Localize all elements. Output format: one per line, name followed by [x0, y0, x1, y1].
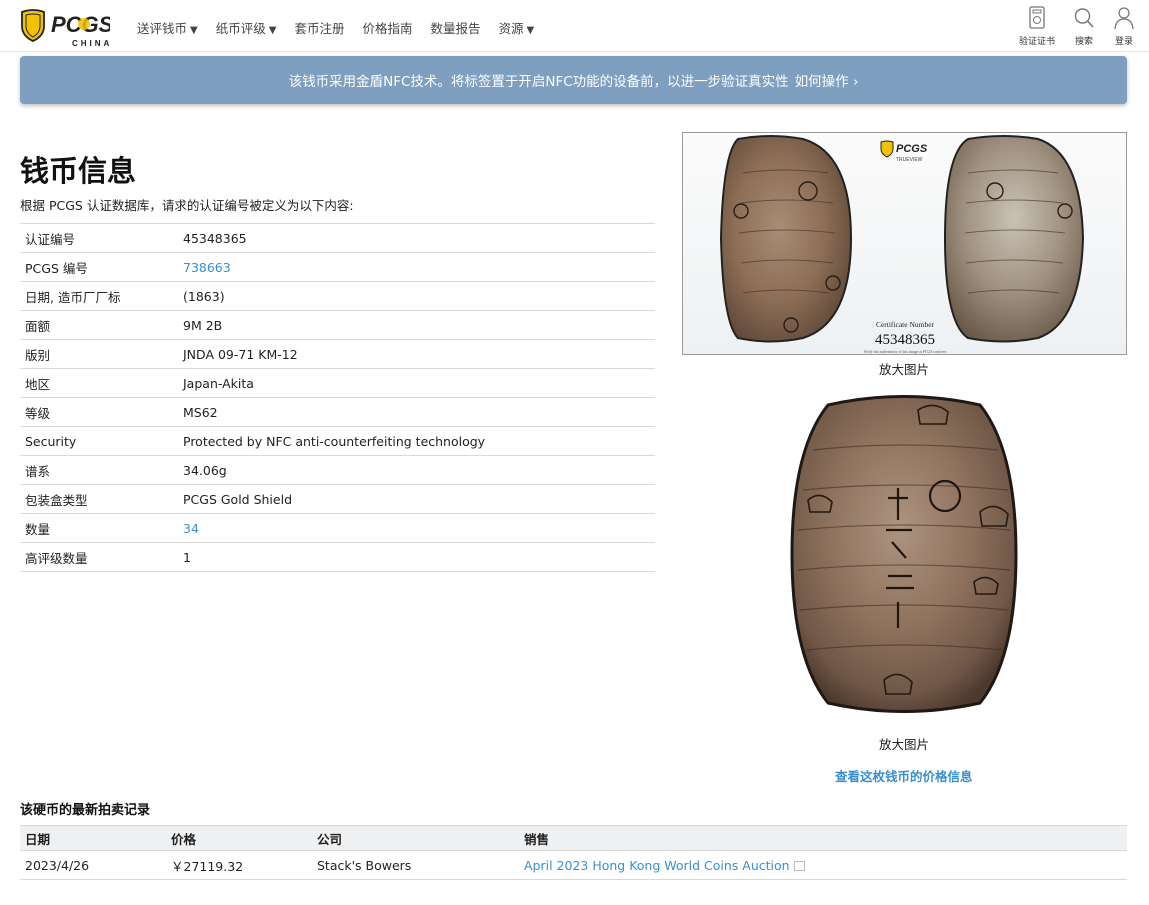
- row-label: PCGS 编号: [25, 260, 88, 276]
- row-value: 34.06g: [183, 462, 227, 478]
- nfc-banner-text: 该钱币采用金盾NFC技术。将标签置于开启NFC功能的设备前，以进一步验证真实性: [288, 74, 789, 90]
- cert-label: Certificate Number: [876, 320, 935, 329]
- row-value: 9M 2B: [183, 317, 223, 333]
- coin-large-image[interactable]: [788, 390, 1020, 718]
- table-row: 日期, 造币厂厂标 (1863): [20, 281, 655, 311]
- row-label: 包装盒类型: [25, 492, 88, 508]
- table-row: 认证编号 45348365: [20, 223, 655, 253]
- row-value: (1863): [183, 288, 225, 304]
- chevron-down-icon: ▼: [190, 25, 198, 36]
- nav-resources[interactable]: 资源 ▼: [498, 18, 534, 37]
- auction-company: Stack's Bowers: [317, 857, 412, 873]
- table-row: 版别 JNDA 09-71 KM-12: [20, 339, 655, 369]
- row-value: JNDA 09-71 KM-12: [183, 346, 298, 362]
- enlarge-image-link[interactable]: 放大图片: [879, 734, 929, 753]
- auction-sale-link[interactable]: April 2023 Hong Kong World Coins Auction: [524, 858, 790, 873]
- row-value: PCGS Gold Shield: [183, 491, 293, 507]
- logo-china-text: CHINA: [72, 39, 113, 48]
- site-header: PCGS CHINA 送评钱币▼ 纸币评级▼ 套币注册 价格指南 数量报告 资源…: [0, 0, 1149, 52]
- table-row: 等级 MS62: [20, 397, 655, 427]
- nav-banknote-grading[interactable]: 纸币评级 ▼: [216, 18, 277, 37]
- row-value: Japan-Akita: [183, 375, 254, 391]
- table-row: 高评级数量 1: [20, 542, 655, 572]
- pcgs-number-link[interactable]: 738663: [183, 260, 231, 275]
- login-button[interactable]: 登录: [1113, 6, 1135, 47]
- holder-brand: PCGS: [896, 143, 928, 155]
- header-tools: 验证证书 搜索 登录: [1001, 6, 1135, 47]
- certificate-icon: [1029, 6, 1045, 29]
- row-label: 地区: [25, 376, 51, 392]
- holder-sub: TRUEVIEW: [896, 157, 923, 163]
- nav-set-registry[interactable]: 套币注册: [294, 18, 344, 37]
- row-label: 等级: [25, 405, 51, 421]
- search-icon: [1074, 8, 1094, 28]
- holder-image[interactable]: PCGS TRUEVIEW Certificate Number 4534836…: [682, 132, 1127, 355]
- col-date: 日期: [25, 831, 51, 847]
- col-sale: 销售: [524, 831, 550, 847]
- table-row: 2023/4/26 ￥27119.32 Stack's Bowers April…: [20, 851, 1127, 880]
- verify-cert-button[interactable]: 验证证书: [1019, 6, 1055, 47]
- table-row: 谱系 34.06g: [20, 455, 655, 485]
- row-label: 数量: [25, 521, 51, 537]
- external-link-icon[interactable]: [793, 860, 805, 871]
- pcgs-logo[interactable]: PCGS CHINA: [20, 8, 114, 48]
- row-label: 版别: [25, 347, 51, 363]
- table-row: 地区 Japan-Akita: [20, 368, 655, 398]
- search-button[interactable]: 搜索: [1073, 6, 1095, 47]
- coin-holder-illustration: PCGS TRUEVIEW Certificate Number 4534836…: [719, 135, 1085, 354]
- col-company: 公司: [317, 831, 343, 847]
- chevron-down-icon: ▼: [526, 25, 535, 36]
- row-value: 1: [183, 549, 191, 565]
- row-label: 日期, 造币厂厂标: [25, 289, 121, 305]
- auction-price: ￥27119.32: [171, 858, 244, 874]
- population-link[interactable]: 34: [183, 521, 199, 536]
- row-label: 高评级数量: [25, 550, 88, 566]
- table-header-row: 日期 价格 公司 销售: [20, 825, 1127, 851]
- table-row: PCGS 编号 738663: [20, 252, 655, 282]
- how-to-link[interactable]: 如何操作 ›: [795, 70, 859, 90]
- row-value: 45348365: [183, 230, 247, 246]
- table-row: 包装盒类型 PCGS Gold Shield: [20, 484, 655, 514]
- auction-date: 2023/4/26: [25, 857, 90, 873]
- col-price: 价格: [171, 831, 197, 847]
- table-row: 数量 34: [20, 513, 655, 543]
- cert-number: 45348365: [875, 332, 935, 348]
- main-nav: 送评钱币 ▼ 纸币评级 ▼ 套币注册 价格指南 数量报告 资源 ▼: [137, 18, 552, 37]
- chevron-down-icon: ▼: [268, 25, 277, 36]
- row-label: 认证编号: [25, 231, 76, 247]
- nav-price-guide[interactable]: 价格指南: [362, 18, 412, 37]
- auction-section-title: 该硬币的最新拍卖记录: [20, 803, 151, 818]
- nav-send-coins[interactable]: 送评钱币 ▼: [137, 18, 198, 37]
- row-label: 谱系: [25, 463, 51, 479]
- row-value: Protected by NFC anti-counterfeiting tec…: [183, 433, 486, 449]
- coin-info-table: 认证编号 45348365 PCGS 编号 738663 日期, 造币厂厂标 (186…: [20, 223, 655, 572]
- nav-population-report[interactable]: 数量报告: [430, 18, 480, 37]
- page-subtitle: 根据 PCGS 认证数据库，请求的认证编号被定义为以下内容:: [20, 198, 354, 213]
- table-row: 面额 9M 2B: [20, 310, 655, 340]
- row-value: MS62: [183, 404, 218, 420]
- view-price-info-link[interactable]: 查看这枚钱币的价格信息: [835, 766, 973, 785]
- verify-note: Verify the authenticity of this image at…: [863, 350, 947, 354]
- page-title: 钱币信息: [20, 154, 137, 188]
- row-label: 面额: [25, 318, 51, 334]
- table-row: Security Protected by NFC anti-counterfei…: [20, 426, 655, 456]
- enlarge-image-link[interactable]: 放大图片: [879, 359, 929, 378]
- user-icon: [1114, 7, 1134, 30]
- auction-table: 日期 价格 公司 销售 2023/4/26 ￥27119.32 Stack's …: [20, 825, 1127, 880]
- nfc-banner: 该钱币采用金盾NFC技术。将标签置于开启NFC功能的设备前，以进一步验证真实性 …: [20, 56, 1127, 104]
- row-label: Security: [25, 433, 77, 449]
